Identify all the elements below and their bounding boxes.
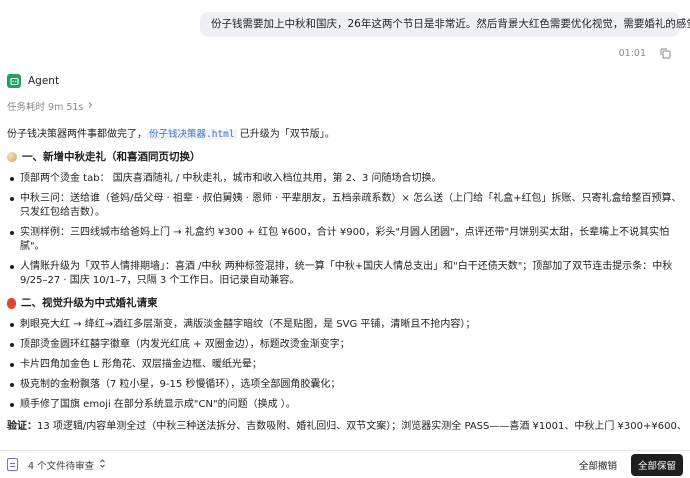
user-message-text: 份子钱需要加上中秋和国庆，26年这两个节日是非常近。然后背景大红色需要优化视觉，… bbox=[211, 18, 690, 30]
verify-label: 验证： bbox=[7, 421, 37, 432]
list-item: 顶部烫金圆环红囍字徽章（内发光红底 + 双圈金边），标题改烫金渐变字； bbox=[7, 338, 684, 352]
list-item: 实测样例：三四线城市给爸妈上门 → 礼盒约 ¥300 + 红包 ¥600，合计 … bbox=[7, 226, 684, 254]
intro-paragraph: 份子钱决策器两件事都做完了， 份子钱决策器.html 已升级为「双节版」。 bbox=[7, 128, 684, 142]
chevron-updown-icon bbox=[99, 458, 106, 471]
section-2-title: 二、视觉升级为中式婚礼请柬 bbox=[21, 297, 158, 309]
user-message-bubble: 份子钱需要加上中秋和国庆，26年这两个节日是非常近。然后背景大红色需要优化视觉，… bbox=[200, 12, 690, 37]
agent-name: Agent bbox=[28, 75, 60, 87]
list-item: 中秋三问：送给谁（爸妈/岳父母 · 祖辈 · 叔伯舅姨 · 恩师 · 平辈朋友，… bbox=[7, 192, 684, 220]
list-item: 极克制的金粉飘落（7 粒小星，9-15 秒慢循环），选项全部圆角胶囊化； bbox=[7, 378, 684, 392]
keep-all-button[interactable]: 全部保留 bbox=[630, 453, 683, 476]
verify-paragraph: 验证：13 项逻辑/内容单测全过（中秋三种送法拆分、吉数吸附、婚礼回归、双节文案… bbox=[7, 420, 684, 434]
copy-icon[interactable] bbox=[658, 46, 672, 60]
agent-header: Agent bbox=[7, 74, 59, 88]
message-meta: 01:01 bbox=[619, 46, 672, 60]
agent-logo-icon bbox=[7, 74, 21, 88]
list-item: 顶部两个烫金 tab： 国庆喜酒随礼 / 中秋走礼，城市和收入档位共用，第 2、… bbox=[7, 172, 684, 186]
list-item: 卡片四角加金色 L 形角花、双层描金边框、暖纸光晕； bbox=[7, 358, 684, 372]
task-time-label: 任务耗时 9m 51s bbox=[7, 102, 84, 113]
message-time: 01:01 bbox=[618, 47, 646, 59]
list-item: 顺手修了国旗 emoji 在部分系统显示成"CN"的问题（换成 ）。 bbox=[7, 398, 684, 412]
mooncake-icon bbox=[7, 152, 17, 162]
agent-response: 份子钱决策器两件事都做完了， 份子钱决策器.html 已升级为「双节版」。 一、新… bbox=[7, 128, 684, 442]
task-time-toggle[interactable]: 任务耗时 9m 51s bbox=[7, 99, 94, 113]
file-link[interactable]: 份子钱决策器.html bbox=[147, 129, 237, 140]
chevron-right-icon bbox=[86, 101, 94, 112]
list-item: 刺眼亮大红 → 绛红→酒红多层渐变，满版淡金囍字暗纹（不是贴图，是 SVG 平铺… bbox=[7, 318, 684, 332]
section-1-list: 顶部两个烫金 tab： 国庆喜酒随礼 / 中秋走礼，城市和收入档位共用，第 2、… bbox=[7, 172, 684, 288]
intro-text-before: 份子钱决策器两件事都做完了， bbox=[7, 129, 147, 140]
verify-text: 13 项逻辑/内容单测全过（中秋三种送法拆分、吉数吸附、婚礼回归、双节文案）；浏… bbox=[37, 421, 684, 432]
section-2-heading: 二、视觉升级为中式婚礼请柬 bbox=[7, 296, 684, 310]
footer-actions: 全部撤销 全部保留 bbox=[573, 453, 683, 476]
review-footer: 4 个文件待审查 全部撤销 全部保留 bbox=[0, 450, 690, 478]
lantern-icon bbox=[7, 297, 16, 309]
pending-files-label: 4 个文件待审查 bbox=[28, 460, 95, 472]
section-1-heading: 一、新增中秋走礼（和喜酒同页切换） bbox=[7, 150, 684, 164]
section-2-list: 刺眼亮大红 → 绛红→酒红多层渐变，满版淡金囍字暗纹（不是贴图，是 SVG 平铺… bbox=[7, 318, 684, 412]
intro-text-after: 已升级为「双节版」。 bbox=[236, 129, 335, 140]
file-icon bbox=[7, 458, 18, 471]
pending-files-dropdown[interactable]: 4 个文件待审查 bbox=[28, 458, 106, 472]
section-1-title: 一、新增中秋走礼（和喜酒同页切换） bbox=[22, 151, 201, 163]
list-item: 人情账升级为「双节人情排期墙」：喜酒 /中秋 两种标签混排，统一算「中秋+国庆人… bbox=[7, 260, 684, 288]
undo-all-button[interactable]: 全部撤销 bbox=[573, 455, 623, 475]
